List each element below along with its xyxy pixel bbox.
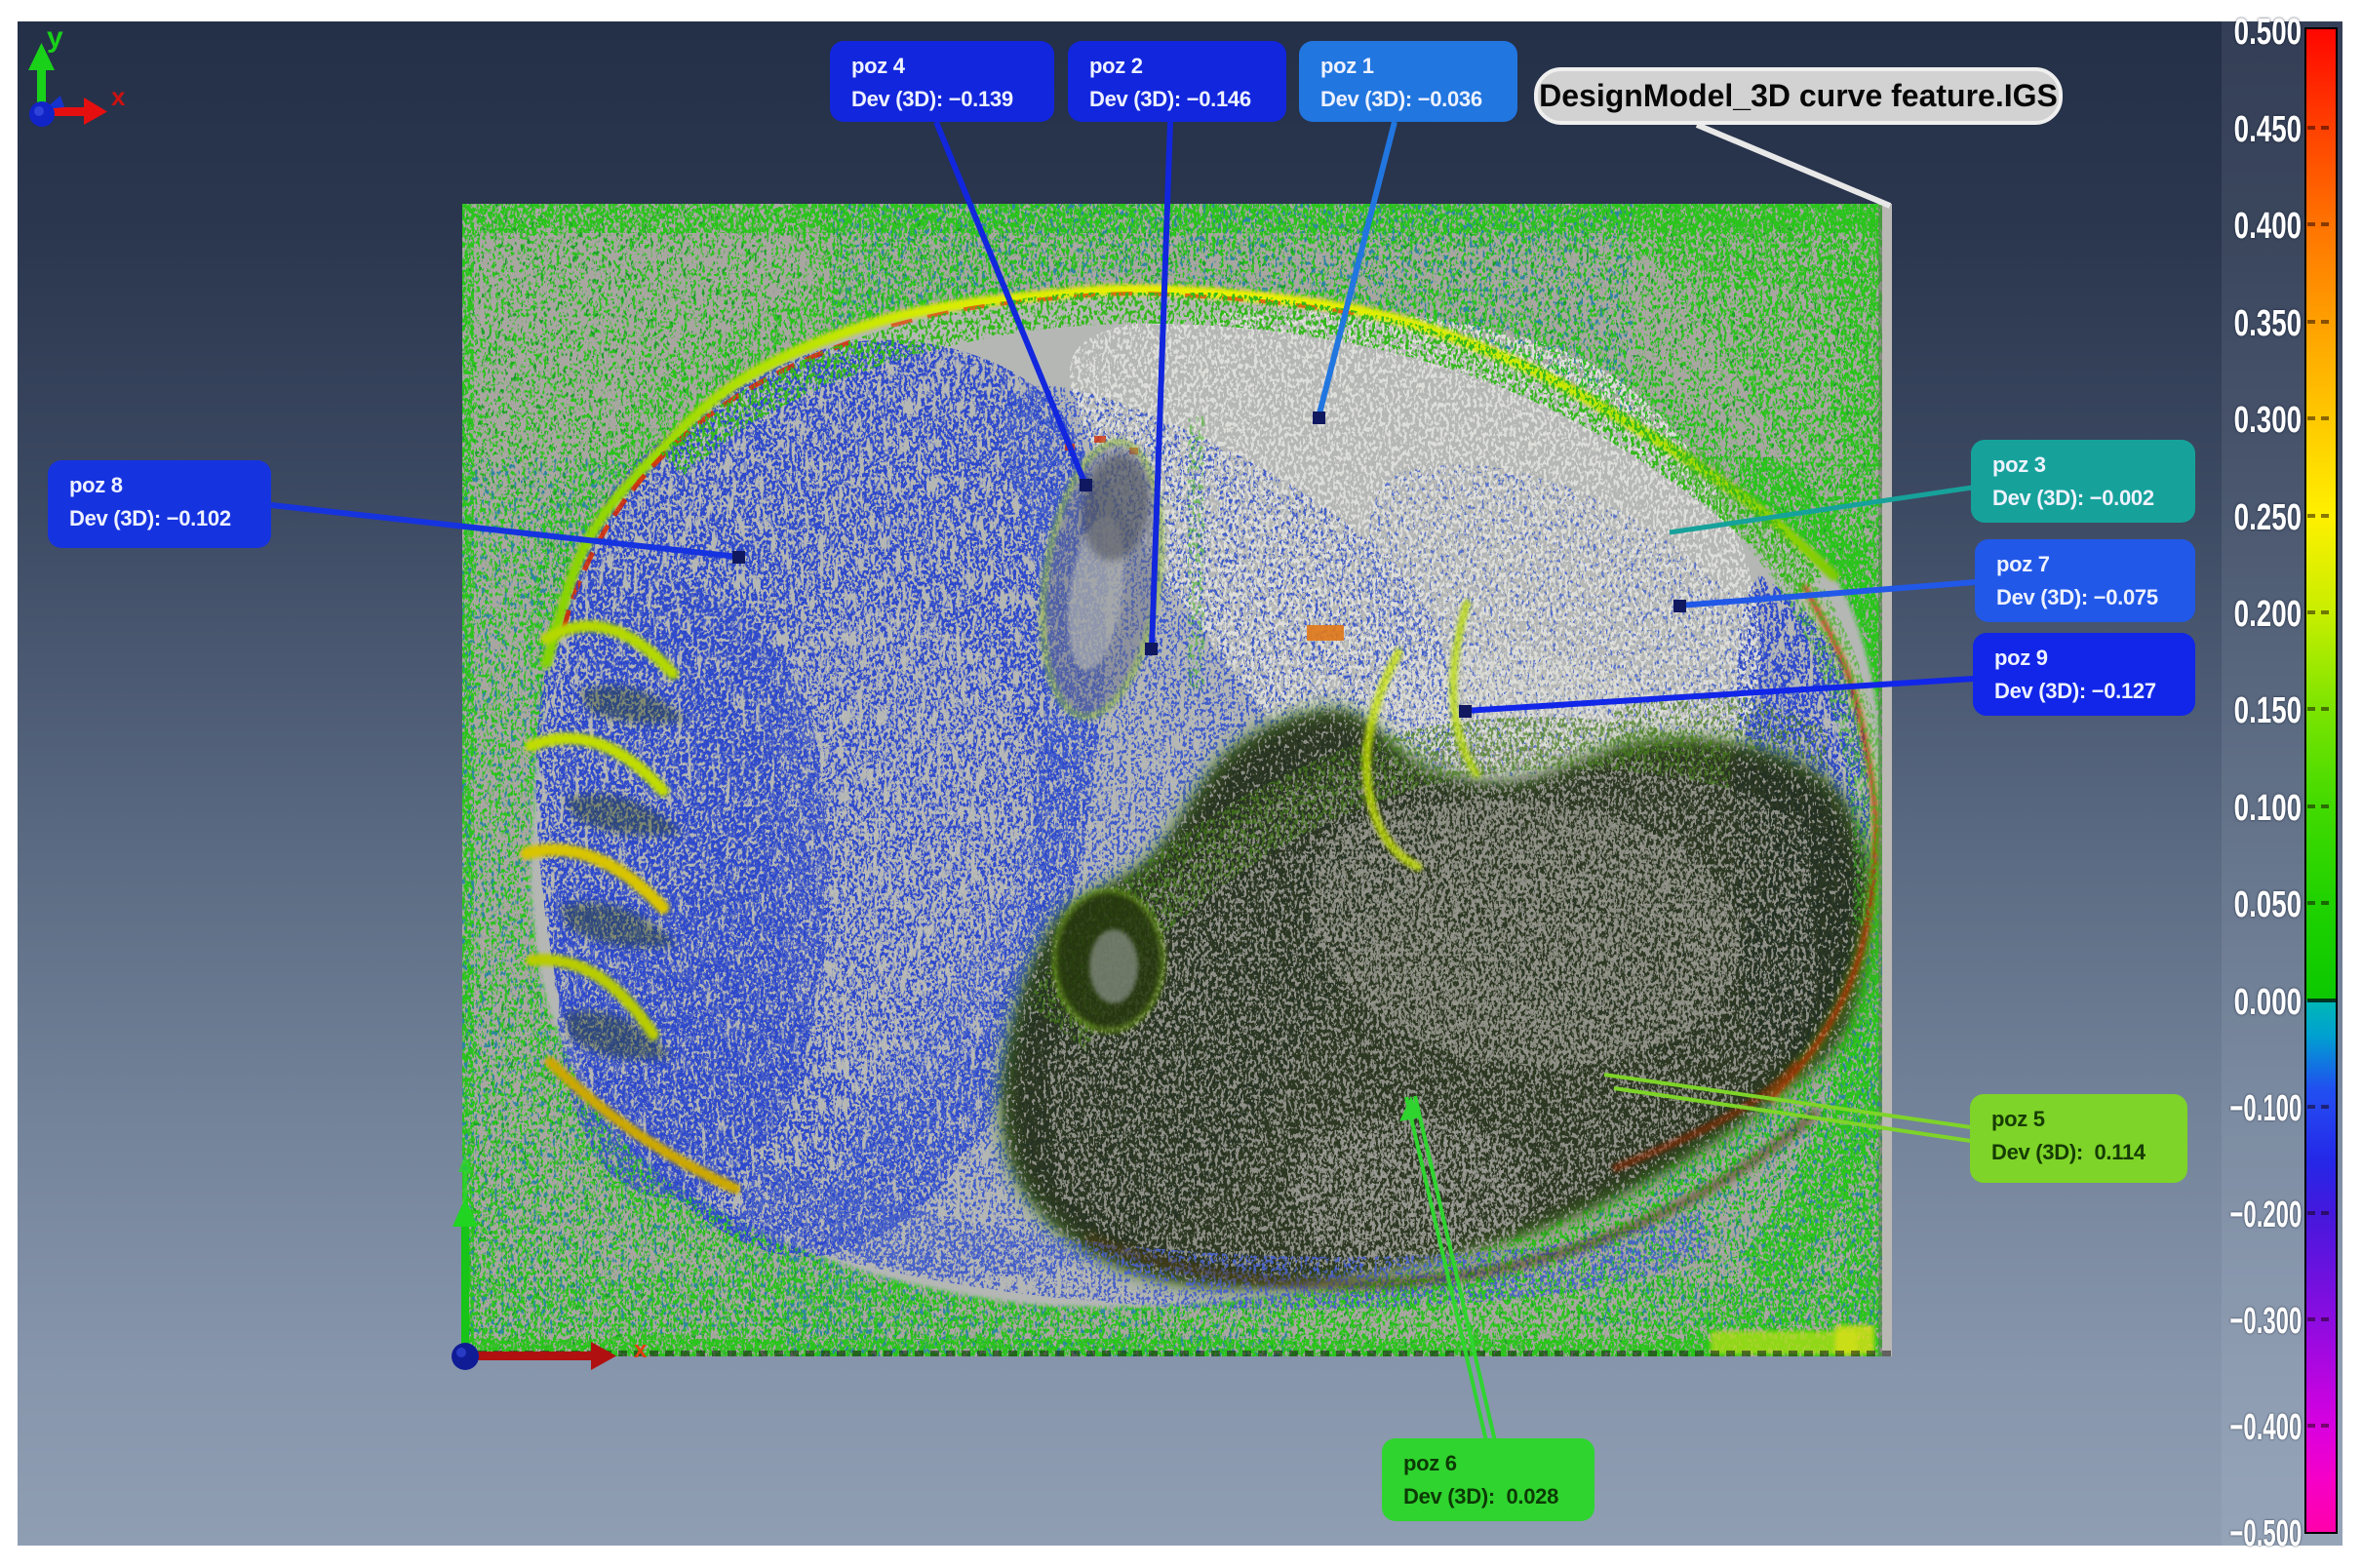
svg-text:x: x — [634, 1337, 648, 1363]
svg-text:x: x — [111, 82, 126, 111]
svg-text:y: y — [47, 21, 63, 54]
